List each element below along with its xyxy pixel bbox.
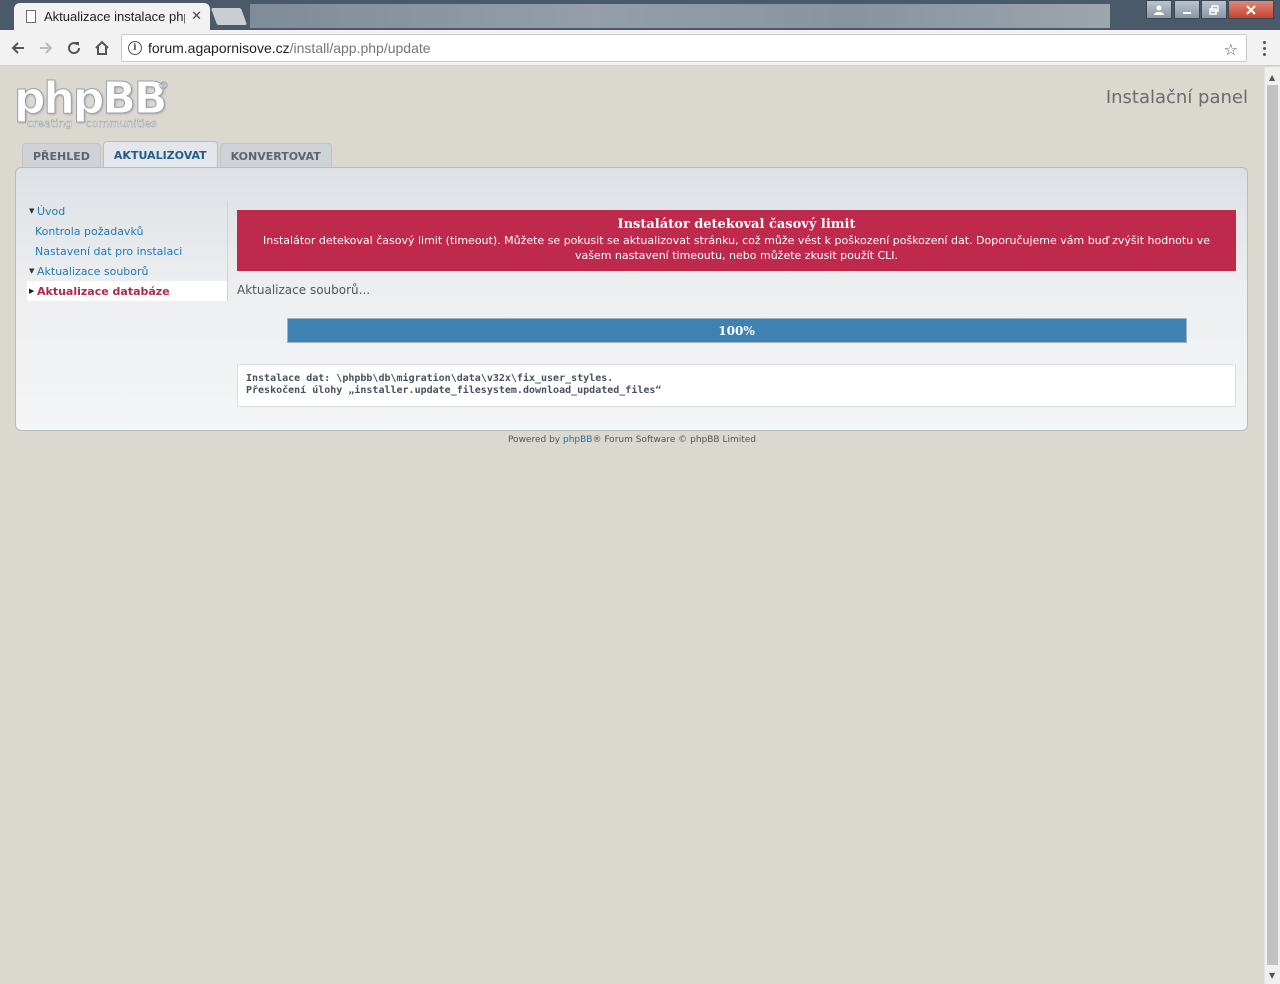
info-icon[interactable]: i <box>128 41 142 55</box>
footer-prefix: Powered by <box>507 435 563 445</box>
chevron-down-icon: ▼ <box>29 267 35 275</box>
sidebar-item-requirements[interactable]: Kontrola požadavků <box>27 221 228 241</box>
sidebar-item-label: Kontrola požadavků <box>35 224 144 238</box>
page-body: phpBB ® creating communities Instalační … <box>0 67 1264 984</box>
forward-icon[interactable] <box>34 36 58 60</box>
sidebar-item-label: Úvod <box>37 204 66 218</box>
logo-tagline: creating communities <box>27 117 157 130</box>
browser-menu-icon[interactable] <box>1254 38 1274 58</box>
tab-convert[interactable]: KONVERTOVAT <box>219 143 332 169</box>
scroll-up-arrow-icon[interactable]: ▲ <box>1269 73 1275 82</box>
scroll-thumb[interactable] <box>1267 85 1278 965</box>
error-alert: Instalátor detekoval časový limit Instal… <box>237 210 1236 271</box>
main-content: Instalátor detekoval časový limit Instal… <box>237 210 1236 407</box>
url-host: forum.agapornisove.cz <box>148 40 290 56</box>
log-output: Instalace dat: \phpbb\db\migration\data\… <box>237 364 1236 407</box>
tab-update[interactable]: AKTUALIZOVAT <box>102 141 218 169</box>
sidebar-item-label: Aktualizace databáze <box>37 284 170 298</box>
page-scrollbar[interactable]: ▲ ▼ <box>1264 67 1280 984</box>
install-panel: ▼ Úvod Kontrola požadavků Nastavení dat … <box>15 167 1248 431</box>
main-tabs: PŘEHLED AKTUALIZOVAT KONVERTOVAT <box>22 141 332 169</box>
bookmark-star-icon[interactable]: ☆ <box>1224 40 1238 59</box>
browser-titlebar: Aktualizace instalace php ✕ <box>0 0 1280 30</box>
url-path: /install/app.php/update <box>289 40 431 56</box>
reload-icon[interactable] <box>62 36 86 60</box>
sidebar-item-intro[interactable]: ▼ Úvod <box>27 201 228 221</box>
error-title: Instalátor detekoval časový limit <box>617 217 856 232</box>
minimize-button[interactable] <box>1174 0 1200 19</box>
page-icon <box>26 10 36 23</box>
browser-tab-title: Aktualizace instalace php <box>44 9 186 24</box>
sidebar-item-update-files[interactable]: ▼ Aktualizace souborů <box>27 261 228 281</box>
sidebar-item-install-settings[interactable]: Nastavení dat pro instalaci <box>27 241 228 261</box>
progress-bar: 100% <box>286 318 1187 343</box>
logo-wordmark: phpBB <box>14 73 168 124</box>
close-icon[interactable]: ✕ <box>191 9 202 24</box>
log-line: Přeskočení úlohy „installer.update_files… <box>246 385 662 396</box>
sidebar-item-label: Nastavení dat pro instalaci <box>35 244 183 258</box>
chevron-down-icon: ▼ <box>29 207 35 215</box>
window-close-button[interactable] <box>1228 0 1274 19</box>
chevron-right-icon: ▶ <box>29 287 35 295</box>
footer: Powered by phpBB® Forum Software © phpBB… <box>0 435 1264 445</box>
user-icon[interactable] <box>1146 0 1172 19</box>
restore-button[interactable] <box>1201 0 1227 19</box>
status-text: Aktualizace souborů... <box>237 283 371 297</box>
back-icon[interactable] <box>6 36 30 60</box>
sidebar-item-update-database[interactable]: ▶ Aktualizace databáze <box>27 281 228 301</box>
log-line: Instalace dat: \phpbb\db\migration\data\… <box>246 373 614 384</box>
sidebar-item-label: Aktualizace souborů <box>37 264 149 278</box>
error-message: Instalátor detekoval časový limit (timeo… <box>263 234 1210 262</box>
phpbb-link[interactable]: phpBB <box>563 435 592 445</box>
menu-divider <box>227 201 228 301</box>
logo-registered-mark: ® <box>158 79 170 93</box>
background-tabs[interactable] <box>250 4 1110 28</box>
page-title: Instalační panel <box>1105 87 1248 108</box>
tab-overview[interactable]: PŘEHLED <box>22 143 101 169</box>
phpbb-logo[interactable]: phpBB ® creating communities <box>14 73 174 133</box>
new-tab-button[interactable] <box>210 8 248 25</box>
progress-label: 100% <box>718 323 755 338</box>
home-icon[interactable] <box>90 36 114 60</box>
browser-toolbar: i forum.agapornisove.cz/install/app.php/… <box>0 30 1280 66</box>
address-bar[interactable]: i forum.agapornisove.cz/install/app.php/… <box>121 34 1247 62</box>
scroll-down-arrow-icon[interactable]: ▼ <box>1269 971 1275 980</box>
footer-suffix: ® Forum Software © phpBB Limited <box>592 435 757 445</box>
browser-tab-active[interactable]: Aktualizace instalace php ✕ <box>14 3 210 30</box>
sidebar-menu: ▼ Úvod Kontrola požadavků Nastavení dat … <box>27 201 228 301</box>
